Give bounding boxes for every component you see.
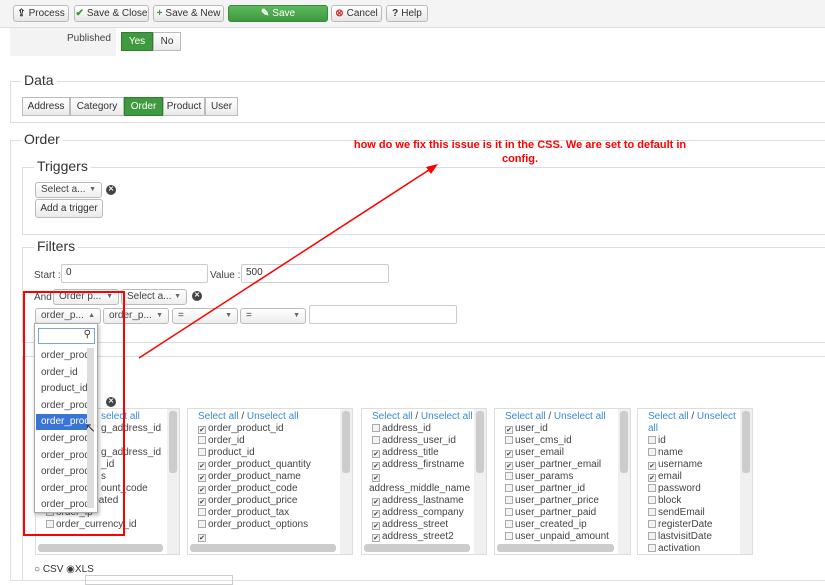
annotation-arrow <box>138 164 438 359</box>
annotation-note: how do we fix this issue is it in the CS… <box>353 139 687 165</box>
